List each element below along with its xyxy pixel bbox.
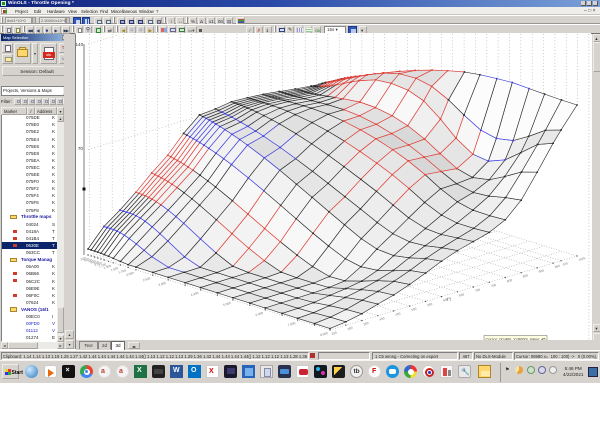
svg-text:70: 70 (78, 146, 84, 151)
svg-text:140: 140 (76, 42, 84, 47)
svg-text:(*): (*) (447, 296, 452, 301)
